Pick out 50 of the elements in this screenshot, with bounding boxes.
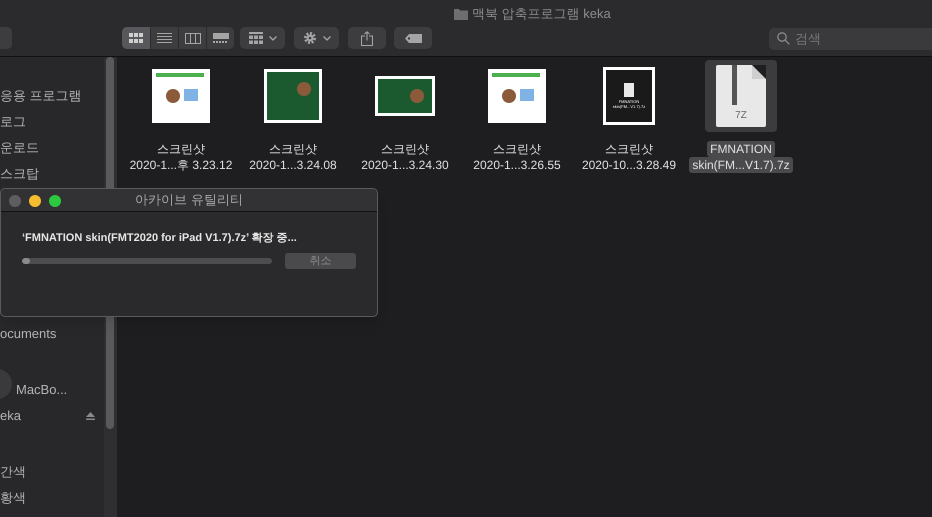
- group-button[interactable]: [240, 27, 285, 49]
- folder-icon: [454, 8, 468, 20]
- sidebar-item[interactable]: MacBo...: [16, 380, 68, 400]
- share-button[interactable]: [348, 27, 386, 49]
- file-name[interactable]: FMNATION: [707, 141, 775, 157]
- caret-icon: [322, 36, 330, 40]
- file-name[interactable]: 2020-1...3.26.55: [473, 157, 561, 173]
- file-name[interactable]: 스크린샷: [381, 141, 429, 157]
- progress-message: ‘FMNATION skin(FMT2020 for iPad V1.7).7z’ 확장 중...: [22, 231, 298, 246]
- sidebar-item[interactable]: ocuments: [0, 324, 56, 344]
- sidebar-item[interactable]: 로그: [0, 112, 26, 132]
- screenshot-thumbnail[interactable]: [152, 69, 210, 123]
- sidebar-item[interactable]: eka: [0, 406, 21, 426]
- file-name[interactable]: 스크린샷: [269, 141, 317, 157]
- file-name[interactable]: 스크린샷: [157, 141, 205, 157]
- archive-file-icon[interactable]: 7Z: [716, 65, 766, 127]
- search-field[interactable]: 검색: [769, 28, 932, 50]
- file-name[interactable]: 2020-1...3.24.30: [361, 157, 449, 173]
- minimize-button[interactable]: [29, 195, 41, 207]
- file-name[interactable]: 2020-1...후 3.23.12: [130, 157, 232, 173]
- file-name[interactable]: 2020-1...3.24.08: [249, 157, 337, 173]
- file-name[interactable]: skin(FM...V1.7).7z: [689, 157, 793, 173]
- screenshot-thumbnail[interactable]: [488, 69, 546, 123]
- grid-icon: [248, 32, 262, 44]
- view-mode-button[interactable]: [206, 27, 234, 49]
- settings-button[interactable]: [294, 27, 339, 49]
- sidebar-item[interactable]: 응용 프로그램: [0, 86, 82, 106]
- file-name[interactable]: 2020-10...3.28.49: [582, 157, 676, 173]
- columns-icon: [184, 32, 200, 44]
- screenshot-thumbnail[interactable]: [264, 69, 322, 123]
- sidebar-item[interactable]: 간색: [0, 462, 26, 482]
- tag-button[interactable]: [394, 27, 432, 49]
- screenshot-thumbnail[interactable]: [375, 76, 435, 116]
- sidebar-item[interactable]: 스크탑: [0, 164, 39, 184]
- file-name[interactable]: 스크린샷: [605, 141, 653, 157]
- dialog-title: 아카이브 유틸리티: [135, 191, 243, 210]
- eject-icon[interactable]: [86, 412, 95, 420]
- tag-icon: [404, 34, 422, 42]
- window-title: 맥북 압축프로그램 keka: [454, 4, 611, 24]
- gear-icon: [302, 31, 316, 45]
- grid-icon: [129, 33, 143, 43]
- file-name[interactable]: 스크린샷: [493, 141, 541, 157]
- view-mode-button[interactable]: [122, 27, 150, 49]
- sidebar-item[interactable]: 운로드: [0, 138, 39, 158]
- list-icon: [157, 33, 172, 43]
- caret-icon: [268, 36, 276, 40]
- gallery-icon: [212, 33, 228, 43]
- zoom-button[interactable]: [49, 195, 61, 207]
- share-icon: [361, 30, 373, 46]
- sidebar-item[interactable]: 황색: [0, 488, 26, 508]
